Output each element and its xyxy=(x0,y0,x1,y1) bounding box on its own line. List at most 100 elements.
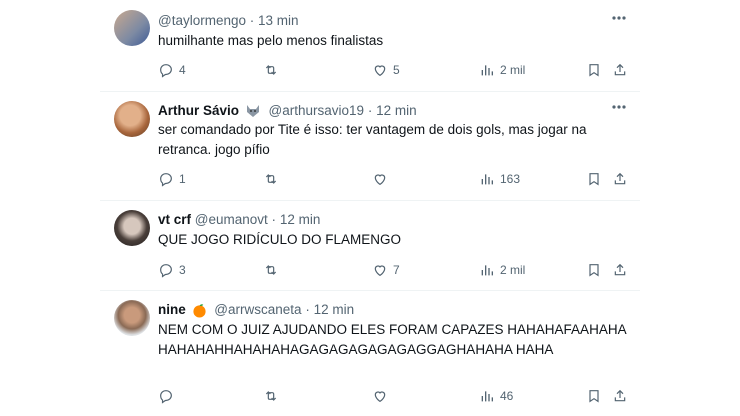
views-button[interactable]: 2 mil xyxy=(479,60,525,80)
views-count: 163 xyxy=(500,172,521,186)
separator-dot: · xyxy=(249,13,255,28)
views-count: 2 mil xyxy=(500,63,526,77)
bookmark-icon xyxy=(589,390,599,403)
bookmark-button[interactable] xyxy=(586,169,602,189)
timestamp[interactable]: 12 min xyxy=(280,212,321,227)
share-button[interactable] xyxy=(612,169,628,189)
tweet-header: Arthur Sávio @arthursavio19 · 12 min xyxy=(158,101,417,121)
views-icon xyxy=(481,65,493,76)
views-button[interactable]: 163 xyxy=(479,169,520,189)
reply-count: 4 xyxy=(179,63,186,77)
tweet-text: NEM COM O JUIZ AJUDANDO ELES FORAM CAPAZ… xyxy=(158,322,627,357)
views-icon xyxy=(481,174,493,185)
user-handle[interactable]: @taylormengo xyxy=(158,13,246,28)
reply-icon xyxy=(160,173,172,187)
reply-button[interactable]: 3 xyxy=(158,260,186,280)
action-bar: 1 163 xyxy=(158,169,638,189)
views-count: 2 mil xyxy=(500,263,526,277)
like-button[interactable] xyxy=(372,386,393,406)
views-icon xyxy=(481,265,493,276)
tweet-header: @taylormengo · 13 min xyxy=(158,11,299,31)
retweet-icon xyxy=(265,265,277,275)
retweet-button[interactable] xyxy=(263,60,284,80)
views-button[interactable]: 46 xyxy=(479,386,513,406)
views-icon xyxy=(481,391,493,402)
avatar[interactable] xyxy=(114,10,150,46)
like-count: 7 xyxy=(393,263,400,277)
retweet-icon xyxy=(265,391,277,401)
retweet-button[interactable] xyxy=(263,386,284,406)
reply-icon xyxy=(160,264,172,278)
wolf-emoji-icon xyxy=(246,105,259,118)
reply-button[interactable]: 4 xyxy=(158,60,186,80)
more-icon[interactable] xyxy=(610,99,628,115)
bookmark-icon xyxy=(589,173,599,186)
tweet-text: ser comandado por Tite é isso: ter vanta… xyxy=(158,122,587,157)
like-count: 5 xyxy=(393,63,400,77)
bookmark-button[interactable] xyxy=(586,386,602,406)
reply-count: 3 xyxy=(179,263,186,277)
retweet-button[interactable] xyxy=(263,260,284,280)
reply-icon xyxy=(160,64,172,78)
tweet-header: vt crf @eumanovt · 12 min xyxy=(158,210,320,230)
tweet-header: nine @arrwscaneta · 12 min xyxy=(158,300,354,320)
views-button[interactable]: 2 mil xyxy=(479,260,525,280)
retweet-icon xyxy=(265,65,277,75)
share-icon xyxy=(614,263,626,276)
share-icon xyxy=(614,63,626,76)
retweet-icon xyxy=(265,174,277,184)
avatar[interactable] xyxy=(114,300,150,336)
reply-icon xyxy=(160,390,172,404)
views-count: 46 xyxy=(500,389,514,403)
like-button[interactable] xyxy=(372,169,393,189)
like-button[interactable]: 7 xyxy=(372,260,400,280)
timestamp[interactable]: 13 min xyxy=(258,13,299,28)
heart-icon xyxy=(374,265,386,277)
share-button[interactable] xyxy=(612,60,628,80)
action-bar: 3 7 2 mil xyxy=(158,260,638,280)
display-name[interactable]: nine xyxy=(158,302,186,317)
reply-button[interactable]: 1 xyxy=(158,169,186,189)
orange-emoji-icon xyxy=(192,304,206,318)
separator-dot: · xyxy=(305,302,310,317)
share-icon xyxy=(614,389,626,402)
reply-tweet[interactable]: nine @arrwscaneta · 12 min NEM COM O JUI… xyxy=(100,299,640,411)
timestamp[interactable]: 12 min xyxy=(314,302,355,317)
reply-tweet[interactable]: @taylormengo · 13 min humilhante mas pel… xyxy=(100,8,640,92)
display-name[interactable]: Arthur Sávio xyxy=(158,103,239,118)
reply-feed: @taylormengo · 13 min humilhante mas pel… xyxy=(0,0,740,416)
user-handle[interactable]: @eumanovt xyxy=(195,212,268,227)
divider xyxy=(100,290,640,291)
retweet-button[interactable] xyxy=(263,169,284,189)
reply-tweet[interactable]: Arthur Sávio @arthursavio19 · 12 min ser… xyxy=(100,99,640,199)
share-icon xyxy=(614,172,626,185)
action-bar: 4 5 2 mil xyxy=(158,60,638,80)
like-button[interactable]: 5 xyxy=(372,60,400,80)
share-button[interactable] xyxy=(612,260,628,280)
divider xyxy=(100,200,640,201)
heart-icon xyxy=(374,391,386,403)
separator-dot: · xyxy=(367,103,373,118)
divider xyxy=(100,91,640,92)
reply-button[interactable] xyxy=(158,386,179,406)
reply-count: 1 xyxy=(179,172,186,186)
reply-tweet[interactable]: vt crf @eumanovt · 12 min QUE JOGO RIDÍC… xyxy=(100,209,640,291)
avatar[interactable] xyxy=(114,101,150,137)
avatar[interactable] xyxy=(114,210,150,246)
bookmark-button[interactable] xyxy=(586,60,602,80)
user-handle[interactable]: @arthursavio19 xyxy=(269,103,365,118)
bookmark-icon xyxy=(589,64,599,77)
display-name[interactable]: vt crf xyxy=(158,212,191,227)
user-handle[interactable]: @arrwscaneta xyxy=(214,302,301,317)
bookmark-button[interactable] xyxy=(586,260,602,280)
timestamp[interactable]: 12 min xyxy=(376,103,417,118)
separator-dot: · xyxy=(271,212,277,227)
heart-icon xyxy=(374,65,386,77)
tweet-text: humilhante mas pelo menos finalistas xyxy=(158,33,384,48)
bookmark-icon xyxy=(589,264,599,277)
tweet-text: QUE JOGO RIDÍCULO DO FLAMENGO xyxy=(158,232,402,247)
heart-icon xyxy=(374,174,386,186)
more-icon[interactable] xyxy=(610,10,628,26)
share-button[interactable] xyxy=(612,386,628,406)
action-bar: 46 xyxy=(158,386,638,406)
